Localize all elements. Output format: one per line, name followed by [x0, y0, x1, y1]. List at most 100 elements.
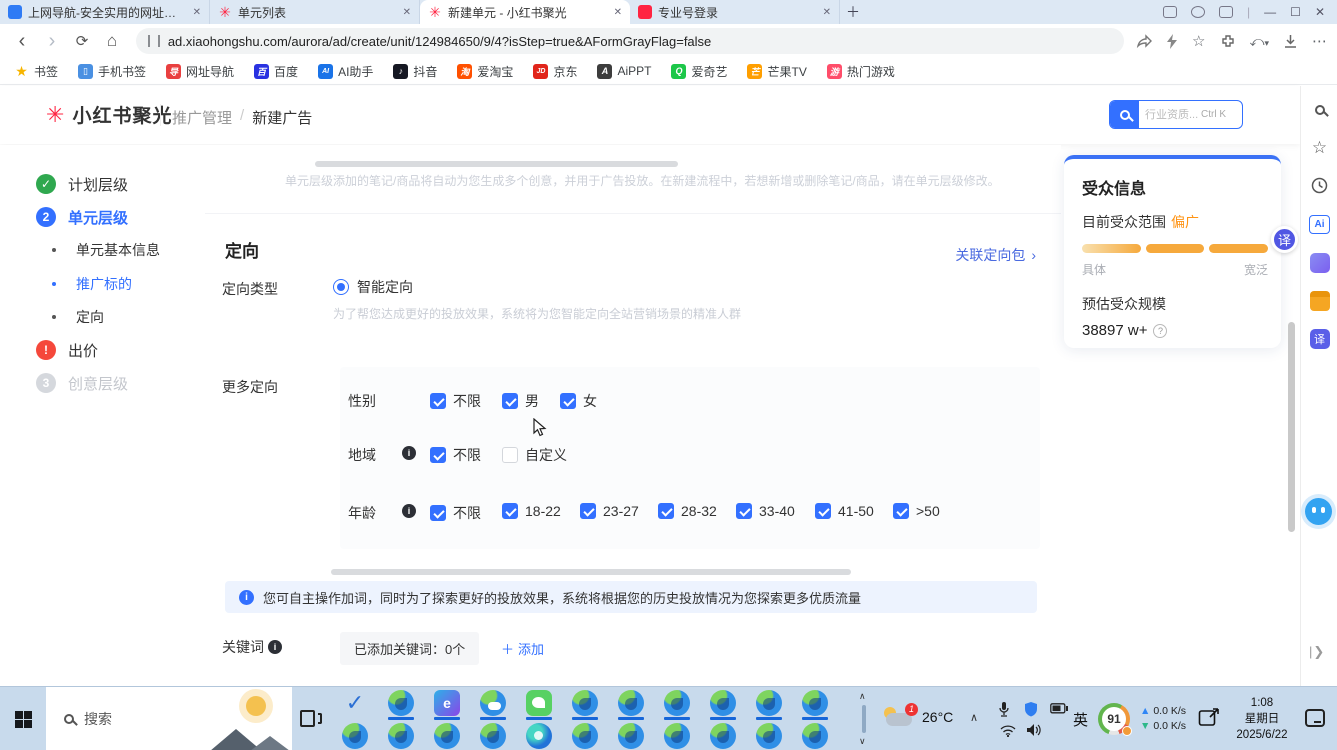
checkbox-icon[interactable]	[430, 393, 446, 409]
collapse-panel-icon[interactable]: |❯	[1309, 644, 1325, 660]
lightning-icon[interactable]	[1166, 34, 1178, 49]
battery-icon[interactable]	[1050, 703, 1068, 714]
tab-close-icon[interactable]: ✕	[193, 7, 201, 18]
tab-new-unit-active[interactable]: ✳ 新建单元 - 小红书聚光 ✕	[420, 0, 630, 24]
radio-selected-icon[interactable]	[333, 279, 349, 295]
notification-center-icon[interactable]	[1305, 709, 1325, 727]
info-icon[interactable]: i	[402, 504, 416, 518]
horizontal-scrollbar[interactable]	[331, 569, 851, 575]
taskbar-search-input[interactable]	[84, 711, 184, 727]
question-circle-icon[interactable]: ?	[1153, 324, 1167, 338]
horizontal-scrollbar[interactable]	[315, 161, 678, 167]
history-rollback-icon[interactable]: ⤺▾	[1250, 33, 1270, 50]
checkbox-icon[interactable]	[560, 393, 576, 409]
minimize-button[interactable]: —	[1264, 5, 1276, 19]
weather-tray-icon[interactable]: 1	[884, 703, 918, 733]
bookmark-item[interactable]: AIAI助手	[318, 63, 373, 80]
checkbox-icon[interactable]	[502, 447, 518, 463]
taskbar-app-icon[interactable]	[342, 723, 368, 749]
step-bidding[interactable]: ! 出价	[0, 338, 98, 362]
new-tab-button[interactable]: ＋	[840, 0, 866, 24]
info-icon[interactable]: i	[268, 640, 282, 654]
scroll-down-icon[interactable]: ∨	[859, 736, 866, 747]
taskbar-app-icon[interactable]	[802, 723, 828, 749]
smart-targeting-radio[interactable]: 智能定向	[333, 277, 413, 297]
forward-button[interactable]: ›	[40, 29, 64, 53]
age-over-50-checkbox[interactable]: >50	[893, 503, 940, 519]
tab-nav-site[interactable]: 上网导航-安全实用的网址导航 ✕	[0, 0, 210, 24]
taskbar-app-icon[interactable]	[434, 723, 460, 749]
browser-tool-icon[interactable]	[1163, 6, 1177, 18]
app-box-icon[interactable]	[1219, 6, 1233, 18]
tab-pro-login[interactable]: 专业号登录 ✕	[630, 0, 840, 24]
search-highlight-art[interactable]	[218, 687, 292, 750]
checkbox-icon[interactable]	[430, 505, 446, 521]
sidebar-favorites-icon[interactable]: ☆	[1309, 137, 1330, 158]
translate-float-badge[interactable]: 译	[1271, 226, 1298, 253]
bookmark-item[interactable]: Q爱奇艺	[671, 63, 727, 80]
scroll-thumb[interactable]	[862, 705, 866, 733]
region-unlimited-checkbox[interactable]: 不限	[430, 445, 481, 465]
qualification-search[interactable]: Ctrl K	[1109, 100, 1243, 129]
taskbar-app-icon[interactable]: ✓	[342, 690, 368, 720]
download-icon[interactable]	[1283, 34, 1298, 49]
gender-female-checkbox[interactable]: 女	[560, 391, 597, 411]
age-18-22-checkbox[interactable]: 18-22	[502, 503, 561, 519]
temperature-label[interactable]: 26°C	[922, 709, 953, 725]
age-41-50-checkbox[interactable]: 41-50	[815, 503, 874, 519]
add-keyword-button[interactable]: ＋ 添加	[501, 639, 544, 658]
taskbar-app-icon[interactable]	[664, 690, 690, 720]
sidebar-search-icon[interactable]	[1309, 99, 1330, 120]
step-targeting[interactable]: 定向	[0, 305, 104, 329]
age-33-40-checkbox[interactable]: 33-40	[736, 503, 795, 519]
checkbox-icon[interactable]	[736, 503, 752, 519]
bookmark-item[interactable]: ▯手机书签	[78, 63, 146, 80]
taskbar-app-icon[interactable]	[710, 690, 736, 720]
step-unit-basic-info[interactable]: 单元基本信息	[0, 238, 160, 262]
taskbar-app-icon[interactable]	[480, 690, 506, 720]
url-bar[interactable]	[136, 28, 1124, 54]
taskbar-app-icon[interactable]	[572, 690, 598, 720]
favorite-star-icon[interactable]: ☆	[1192, 32, 1205, 50]
step-creative-level[interactable]: 3 创意层级	[0, 371, 128, 395]
taskbar-app-icon[interactable]	[480, 723, 506, 749]
task-view-button[interactable]	[298, 707, 322, 731]
brand-logo[interactable]: ✳ 小红书聚光	[46, 101, 172, 128]
bookmark-item[interactable]: 淘爱淘宝	[457, 63, 513, 80]
bookmark-item[interactable]: JD京东	[533, 63, 577, 80]
back-button[interactable]: ‹	[10, 29, 34, 53]
extensions-icon[interactable]	[1220, 33, 1236, 49]
bookmark-item[interactable]: 游热门游戏	[827, 63, 895, 80]
region-custom-checkbox[interactable]: 自定义	[502, 445, 567, 465]
url-input[interactable]	[168, 34, 1112, 49]
maximize-button[interactable]: ☐	[1290, 5, 1301, 19]
search-input[interactable]	[1139, 109, 1201, 121]
taskbar-app-icon[interactable]	[756, 690, 782, 720]
home-button[interactable]: ⌂	[100, 29, 124, 53]
checkbox-icon[interactable]	[502, 503, 518, 519]
age-28-32-checkbox[interactable]: 28-32	[658, 503, 717, 519]
checkbox-icon[interactable]	[430, 447, 446, 463]
step-promotion-target[interactable]: 推广标的	[0, 272, 132, 296]
network-speed[interactable]: ▲ 0.0 K/s ▼ 0.0 K/s	[1140, 704, 1186, 734]
reload-button[interactable]: ⟳	[70, 29, 94, 53]
link-targeting-package[interactable]: 关联定向包 ›	[955, 245, 1036, 265]
bookmark-item[interactable]: ♪抖音	[393, 63, 437, 80]
tab-close-icon[interactable]: ✕	[614, 7, 622, 18]
bookmark-item[interactable]: AAiPPT	[597, 64, 651, 79]
scroll-up-icon[interactable]: ∧	[859, 691, 866, 702]
assistant-robot-icon[interactable]	[1305, 498, 1332, 525]
taskbar-app-icon[interactable]	[710, 723, 736, 749]
speaker-icon[interactable]	[1026, 723, 1042, 737]
taskbar-app-icon[interactable]	[526, 690, 552, 720]
ime-indicator[interactable]: 英	[1073, 709, 1088, 730]
microphone-icon[interactable]	[998, 701, 1010, 717]
sidebar-history-icon[interactable]	[1309, 175, 1330, 196]
menu-more-icon[interactable]: ⋯	[1312, 32, 1327, 50]
taskbar-app-icon[interactable]	[618, 690, 644, 720]
checkbox-icon[interactable]	[502, 393, 518, 409]
step-plan-level[interactable]: ✓ 计划层级	[0, 172, 128, 196]
hidden-icons-chevron[interactable]: ∧	[970, 711, 978, 724]
close-button[interactable]: ✕	[1315, 5, 1325, 19]
taskbar-app-icon[interactable]	[802, 690, 828, 720]
